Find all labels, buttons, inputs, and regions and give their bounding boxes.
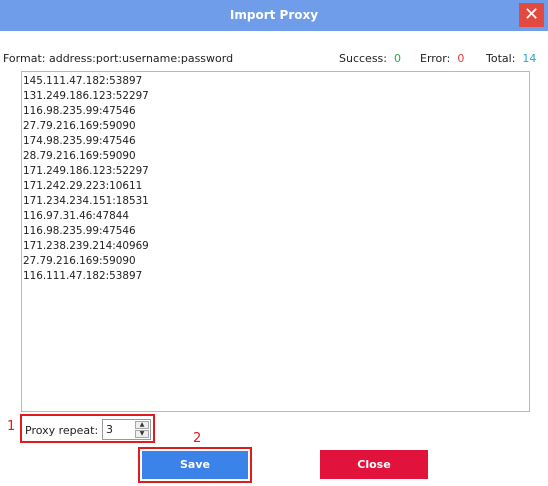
close-window-button[interactable]: ✕ bbox=[519, 3, 544, 27]
success-stat: Success: 0 bbox=[339, 52, 401, 65]
annotation-number-1: 1 bbox=[7, 419, 16, 434]
proxy-repeat-value[interactable]: 3 bbox=[106, 423, 113, 436]
proxy-line: 171.242.29.223:10611 bbox=[23, 180, 143, 192]
error-count: 0 bbox=[457, 52, 465, 65]
spin-arrows: ▲ ▼ bbox=[135, 421, 149, 438]
success-label: Success: bbox=[339, 52, 387, 65]
error-label: Error: bbox=[420, 52, 451, 65]
title-bar: Import Proxy ✕ bbox=[0, 0, 548, 31]
proxy-line: 116.98.235.99:47546 bbox=[23, 225, 136, 237]
save-button[interactable]: Save bbox=[142, 451, 248, 479]
window-title: Import Proxy bbox=[229, 8, 319, 22]
error-stat: Error: 0 bbox=[420, 52, 464, 65]
proxy-line: 171.249.186.123:52297 bbox=[23, 165, 149, 177]
proxy-line: 171.238.239.214:40969 bbox=[23, 240, 149, 252]
proxy-list-textarea[interactable]: 145.111.47.182:53897 131.249.186.123:522… bbox=[21, 71, 530, 412]
proxy-line: 171.234.234.151:18531 bbox=[23, 195, 149, 207]
proxy-line: 116.97.31.46:47844 bbox=[23, 210, 129, 222]
proxy-line: 116.98.235.99:47546 bbox=[23, 105, 136, 117]
proxy-line: 116.111.47.182:53897 bbox=[23, 270, 143, 282]
proxy-repeat-spinbox[interactable]: 3 ▲ ▼ bbox=[102, 419, 151, 440]
total-count: 14 bbox=[522, 52, 537, 65]
annotation-number-2: 2 bbox=[193, 431, 202, 446]
proxy-repeat-label: Proxy repeat: bbox=[25, 424, 99, 437]
proxy-line: 27.79.216.169:59090 bbox=[23, 120, 136, 132]
total-label: Total: bbox=[486, 52, 516, 65]
success-count: 0 bbox=[394, 52, 401, 65]
proxy-line: 174.98.235.99:47546 bbox=[23, 135, 136, 147]
proxy-repeat-highlight: Proxy repeat: 3 ▲ ▼ bbox=[20, 414, 155, 443]
total-stat: Total: 14 bbox=[486, 52, 536, 65]
proxy-line: 27.79.216.169:59090 bbox=[23, 255, 136, 267]
spin-up-icon[interactable]: ▲ bbox=[135, 421, 149, 429]
format-hint: Format: address:port:username:password bbox=[3, 52, 234, 65]
close-button[interactable]: Close bbox=[320, 450, 428, 479]
proxy-line: 131.249.186.123:52297 bbox=[23, 90, 149, 102]
spin-down-icon[interactable]: ▼ bbox=[135, 430, 149, 438]
proxy-line: 28.79.216.169:59090 bbox=[23, 150, 136, 162]
proxy-line: 145.111.47.182:53897 bbox=[23, 75, 143, 87]
